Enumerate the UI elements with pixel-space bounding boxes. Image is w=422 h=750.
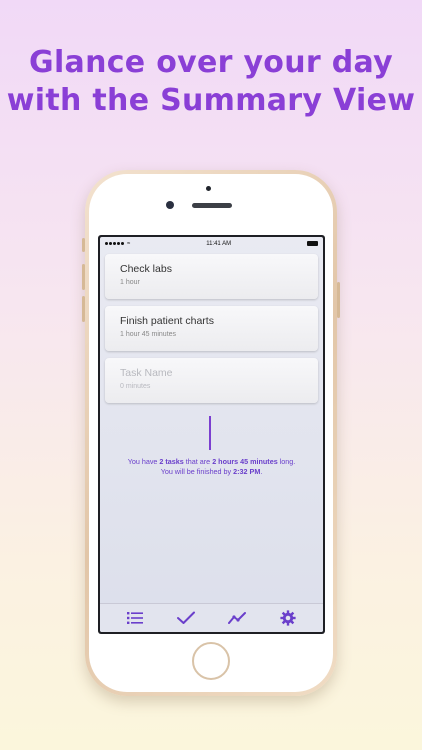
headline: Glance over your day with the Summary Vi…	[0, 44, 422, 120]
task-name-input[interactable]: Task Name	[120, 367, 318, 380]
summary-divider	[209, 416, 211, 450]
gear-icon	[280, 610, 296, 626]
task-title: Finish patient charts	[120, 315, 214, 327]
volume-down-button	[82, 296, 85, 322]
app-screen: ≈ 11:41 AM Check labs 1 hour Finish pati…	[100, 237, 323, 632]
list-icon	[127, 612, 144, 624]
tab-settings[interactable]	[276, 607, 300, 629]
summary-total-time: 2 hours 45 minutes	[212, 457, 278, 466]
summary-line-1: You have 2 tasks that are 2 hours 45 min…	[100, 457, 323, 467]
summary-mid: that are	[183, 457, 213, 466]
headline-line-1: Glance over your day	[29, 45, 393, 80]
task-card[interactable]: Check labs 1 hour	[105, 254, 318, 299]
trend-icon	[227, 612, 246, 624]
battery-icon	[306, 241, 318, 246]
summary-suffix: long.	[277, 457, 296, 466]
task-card[interactable]: Finish patient charts 1 hour 45 minutes	[105, 306, 318, 351]
power-button	[337, 282, 340, 318]
tab-completed[interactable]	[174, 607, 198, 629]
task-duration-input[interactable]: 0 minutes	[120, 383, 318, 390]
summary-task-count: 2 tasks	[159, 457, 184, 466]
tab-stats[interactable]	[225, 607, 249, 629]
task-title: Check labs	[120, 263, 172, 275]
checkmark-icon	[177, 611, 196, 624]
task-duration: 1 hour 45 minutes	[120, 331, 177, 338]
mute-switch	[82, 238, 85, 252]
summary-finish-time: 2:32 PM	[233, 467, 261, 476]
wifi-icon: ≈	[127, 240, 131, 247]
earpiece-speaker	[192, 203, 232, 208]
summary-line-2: You will be finished by 2:32 PM.	[100, 467, 323, 477]
summary-text: You have 2 tasks that are 2 hours 45 min…	[100, 457, 323, 477]
task-duration: 1 hour	[120, 279, 140, 286]
tab-list[interactable]	[123, 607, 147, 629]
front-camera	[166, 201, 174, 209]
summary-prefix: You have	[127, 457, 160, 466]
signal-strength-icon: ≈	[105, 241, 130, 247]
summary-finish-suffix: .	[260, 467, 263, 476]
home-button[interactable]	[192, 642, 230, 680]
new-task-card[interactable]: Task Name 0 minutes	[105, 358, 318, 403]
headline-line-2: with the Summary View	[6, 83, 416, 118]
tab-bar	[100, 603, 323, 632]
status-bar: ≈ 11:41 AM	[100, 237, 323, 250]
volume-up-button	[82, 264, 85, 290]
phone-screen: ≈ 11:41 AM Check labs 1 hour Finish pati…	[98, 235, 325, 634]
status-time: 11:41 AM	[206, 240, 232, 247]
summary-finish-prefix: You will be finished by	[160, 467, 234, 476]
proximity-sensor	[206, 186, 211, 191]
